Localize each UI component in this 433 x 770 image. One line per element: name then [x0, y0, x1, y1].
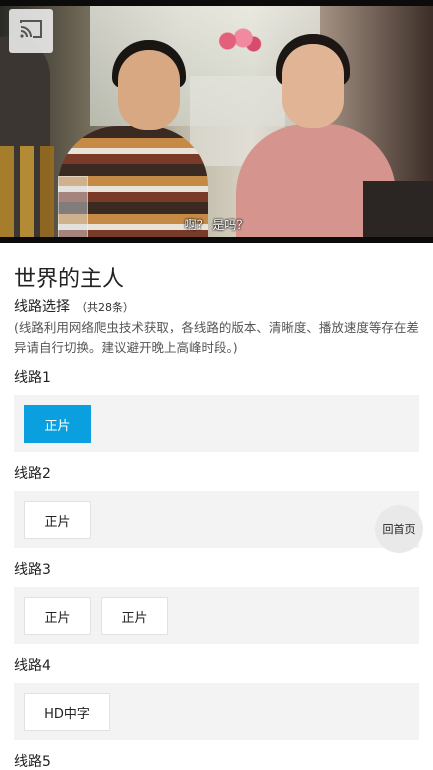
episode-button[interactable]: HD中字: [24, 693, 110, 731]
episode-button[interactable]: 正片: [24, 597, 91, 635]
route-group-1: 正片: [14, 395, 419, 452]
back-home-button[interactable]: 回首页: [375, 505, 423, 553]
route-label-1: 线路1: [14, 370, 51, 386]
route-group-2: 正片: [14, 491, 419, 548]
route-group-4: HD中字: [14, 683, 419, 740]
movie-title: 世界的主人: [14, 267, 125, 292]
video-player[interactable]: 啊？ 是吗？: [0, 0, 433, 243]
route-group-3: 正片 正片: [14, 587, 419, 644]
routes-heading: 线路选择 （共28条）: [14, 296, 134, 316]
route-label-5: 线路5: [14, 754, 51, 770]
video-frame: [0, 6, 433, 237]
routes-notice: (线路利用网络爬虫技术获取，各线路的版本、清晰度、播放速度等存在差异请自行切换。…: [14, 320, 419, 355]
route-label-4: 线路4: [14, 658, 51, 674]
cast-button[interactable]: [9, 9, 53, 53]
episode-button-active[interactable]: 正片: [24, 405, 91, 443]
routes-count: （共28条）: [76, 301, 134, 314]
route-label-2: 线路2: [14, 466, 51, 482]
cast-icon: [19, 19, 43, 43]
episode-button[interactable]: 正片: [101, 597, 168, 635]
routes-heading-label: 线路选择: [14, 299, 70, 315]
video-subtitle: 啊？ 是吗？: [184, 218, 249, 232]
episode-button[interactable]: 正片: [24, 501, 91, 539]
route-label-3: 线路3: [14, 562, 51, 578]
